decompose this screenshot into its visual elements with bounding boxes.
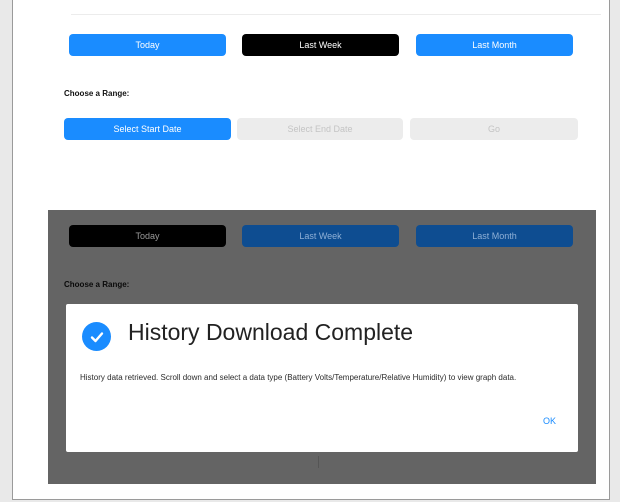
choose-range-label: Choose a Range: <box>64 89 130 98</box>
today-button[interactable]: Today <box>69 34 226 56</box>
dialog-message: History data retrieved. Scroll down and … <box>80 373 517 382</box>
today-button-dimmed: Today <box>69 225 226 247</box>
divider <box>318 456 319 468</box>
divider <box>71 14 601 15</box>
choose-range-label-dimmed: Choose a Range: <box>64 280 130 289</box>
last-week-button[interactable]: Last Week <box>242 34 399 56</box>
ok-button[interactable]: OK <box>543 416 556 426</box>
select-start-date-button[interactable]: Select Start Date <box>64 118 231 140</box>
checkmark-circle-icon <box>82 322 111 351</box>
history-download-dialog: History Download Complete History data r… <box>66 304 578 452</box>
dialog-title: History Download Complete <box>128 319 414 345</box>
select-end-date-button[interactable]: Select End Date <box>237 118 403 140</box>
last-month-button[interactable]: Last Month <box>416 34 573 56</box>
last-week-button-dimmed: Last Week <box>242 225 399 247</box>
go-button[interactable]: Go <box>410 118 578 140</box>
last-month-button-dimmed: Last Month <box>416 225 573 247</box>
